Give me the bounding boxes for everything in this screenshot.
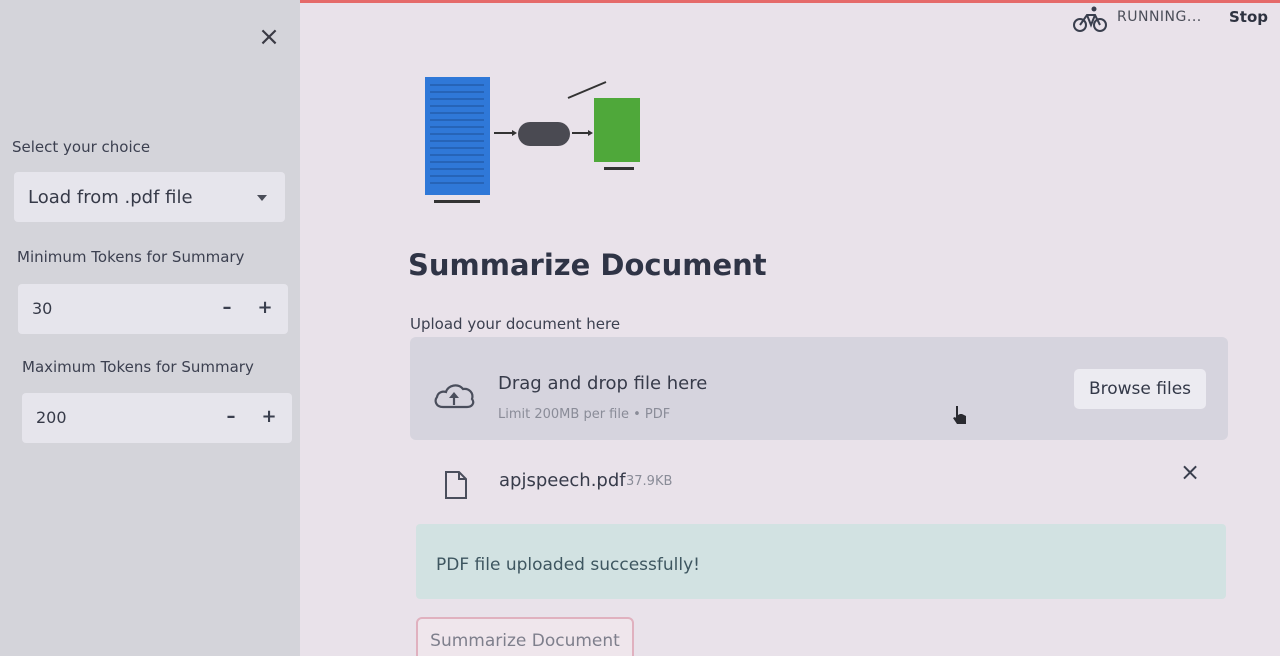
max-tokens-value: 200 xyxy=(36,408,67,427)
remove-file-icon[interactable]: × xyxy=(1180,458,1200,486)
file-dropzone[interactable]: Drag and drop file here Limit 200MB per … xyxy=(410,337,1228,440)
browse-files-button[interactable]: Browse files xyxy=(1074,369,1206,409)
page-title: Summarize Document xyxy=(408,248,767,282)
min-tokens-value: 30 xyxy=(32,299,53,318)
min-tokens-increment-button[interactable]: + xyxy=(252,294,278,322)
max-tokens-label: Maximum Tokens for Summary xyxy=(22,358,254,376)
min-tokens-label: Minimum Tokens for Summary xyxy=(17,248,245,266)
summarize-document-button[interactable]: Summarize Document xyxy=(416,617,634,656)
uploaded-file-size: 37.9KB xyxy=(626,474,673,489)
close-sidebar-icon[interactable]: × xyxy=(256,24,282,50)
chevron-down-icon xyxy=(257,195,267,201)
uploaded-file-row: apjspeech.pdf 37.9KB × xyxy=(410,455,1228,505)
choice-label: Select your choice xyxy=(12,138,151,156)
file-icon xyxy=(445,471,467,499)
max-tokens-increment-button[interactable]: + xyxy=(256,403,282,431)
sidebar: × Select your choice Load from .pdf file… xyxy=(0,0,300,656)
dropzone-instructions: Drag and drop file here xyxy=(498,373,708,394)
min-tokens-decrement-button[interactable]: – xyxy=(214,294,240,322)
choice-select[interactable]: Load from .pdf file xyxy=(14,172,285,222)
upload-label: Upload your document here xyxy=(410,315,621,333)
bicycle-icon xyxy=(1073,6,1107,32)
cloud-upload-icon xyxy=(434,384,475,409)
max-tokens-input[interactable]: 200 – + xyxy=(22,393,292,443)
stop-button[interactable]: Stop xyxy=(1229,8,1268,26)
choice-select-value: Load from .pdf file xyxy=(28,187,193,208)
success-alert: PDF file uploaded successfully! xyxy=(416,524,1226,599)
dropzone-limit-text: Limit 200MB per file • PDF xyxy=(498,407,671,422)
summarization-illustration xyxy=(425,77,640,203)
hand-cursor-icon xyxy=(953,406,966,424)
success-message: PDF file uploaded successfully! xyxy=(436,555,700,575)
running-status: RUNNING... xyxy=(1117,9,1202,25)
max-tokens-decrement-button[interactable]: – xyxy=(218,403,244,431)
min-tokens-input[interactable]: 30 – + xyxy=(18,284,288,334)
uploaded-file-name: apjspeech.pdf xyxy=(499,470,626,491)
